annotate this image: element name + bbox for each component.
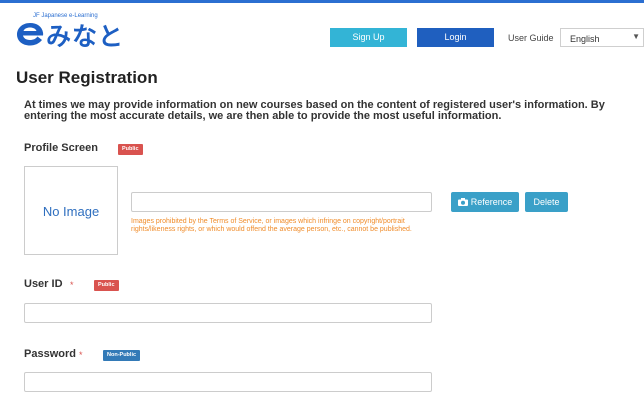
required-mark: *: [79, 350, 83, 360]
delete-button[interactable]: Delete: [525, 192, 568, 212]
intro-text: At times we may provide information on n…: [24, 99, 605, 122]
reference-button-label: Reference: [470, 197, 513, 207]
header-top-border: [0, 0, 644, 3]
image-warning-text: Images prohibited by the Terms of Servic…: [131, 218, 412, 233]
logo-e-icon: [17, 23, 44, 46]
language-select[interactable]: English ▼: [560, 28, 644, 47]
user-id-label: User ID: [24, 278, 63, 290]
non-public-badge: Non-Public: [103, 350, 141, 361]
required-mark: *: [70, 280, 74, 290]
password-label: Password: [24, 348, 76, 360]
site-logo[interactable]: JF Japanese e-Learning みなと: [16, 13, 156, 53]
page-title: User Registration: [16, 68, 158, 87]
public-badge: Public: [94, 280, 119, 291]
login-button[interactable]: Login: [417, 28, 494, 47]
signup-button[interactable]: Sign Up: [330, 28, 407, 47]
profile-screen-label: Profile Screen: [24, 142, 98, 154]
profile-image-placeholder: No Image: [24, 166, 118, 255]
password-input[interactable]: [24, 372, 432, 392]
user-guide-link[interactable]: User Guide: [508, 33, 554, 43]
public-badge: Public: [118, 144, 143, 155]
profile-image-path-input[interactable]: [131, 192, 432, 212]
logo-text: みなと: [46, 22, 125, 51]
camera-icon: [457, 197, 468, 206]
reference-button[interactable]: Reference: [451, 192, 519, 212]
user-id-input[interactable]: [24, 303, 432, 323]
no-image-text: No Image: [42, 204, 100, 219]
chevron-down-icon: ▼: [632, 32, 640, 41]
language-selected-value: English: [570, 34, 600, 44]
